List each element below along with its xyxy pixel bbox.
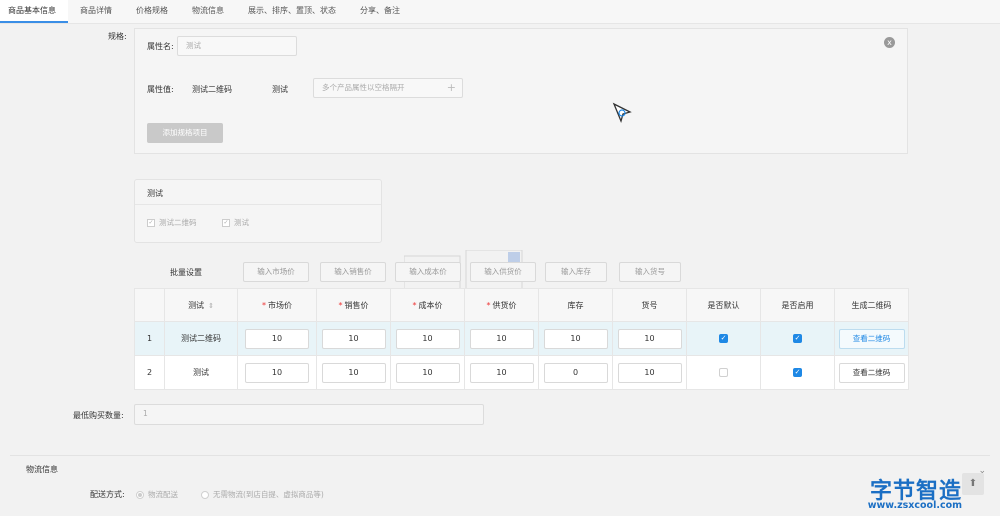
spec-preview-panel: 测试 ✓ 测试二维码 ✓ 测试	[134, 179, 382, 243]
attr-value-tag[interactable]: 测试二维码	[192, 84, 232, 95]
tab-basic-info[interactable]: 商品基本信息	[0, 0, 68, 23]
table-header-row: 测试 ⇕ * 市场价 * 销售价 * 成本价 * 供货价 库存 货号 是否默认 是否启用 …	[134, 288, 909, 322]
tab-bar: 商品基本信息 商品详情 价格规格 物流信息 展示、排序、置顶、状态 分享、备注	[0, 0, 1000, 24]
column-header: 是否默认	[686, 288, 761, 322]
supply-price-input[interactable]: 10	[469, 328, 534, 349]
stock-input[interactable]: 0	[543, 362, 608, 383]
checkbox-icon[interactable]: ✓	[147, 219, 155, 227]
column-header: * 市场价	[237, 288, 317, 322]
batch-label: 批量设置	[170, 268, 202, 277]
tab-share-notes[interactable]: 分享、备注	[348, 0, 412, 23]
watermark-url: www.zsxcool.com	[867, 500, 962, 511]
delivery-label: 配送方式:	[90, 490, 125, 499]
default-checkbox[interactable]: ✓	[719, 334, 728, 343]
column-header: 库存	[538, 288, 613, 322]
sku-input[interactable]: 10	[617, 362, 682, 383]
radio-icon[interactable]	[136, 491, 144, 499]
stock-input[interactable]: 10	[543, 328, 608, 349]
attr-value-tag[interactable]: 测试	[272, 84, 288, 95]
column-header: * 销售价	[316, 288, 391, 322]
attr-value-placeholder: 多个产品属性以空格隔开	[322, 83, 405, 92]
view-qr-button[interactable]: 查看二维码	[838, 362, 905, 383]
column-header	[134, 288, 165, 322]
arrow-up-icon: ⬆	[968, 478, 978, 489]
divider	[135, 204, 381, 205]
sku-table: 测试 ⇕ * 市场价 * 销售价 * 成本价 * 供货价 库存 货号 是否默认 是否启用 …	[134, 288, 909, 390]
batch-sale-price-button[interactable]: 输入销售价	[320, 262, 386, 282]
table-row: 2 测试 10 10 10 10 0 10 ✓ 查看二维码	[134, 355, 909, 390]
row-index: 1	[134, 321, 165, 356]
delivery-option[interactable]: 无需物流(到店自提、虚拟商品等)	[201, 489, 324, 500]
cost-price-input[interactable]: 10	[395, 328, 460, 349]
batch-market-price-button[interactable]: 输入市场价	[243, 262, 309, 282]
preview-option[interactable]: ✓ 测试	[222, 217, 249, 228]
view-qr-button[interactable]: 查看二维码	[838, 328, 905, 349]
divider	[10, 455, 990, 456]
preview-option[interactable]: ✓ 测试二维码	[147, 217, 197, 228]
back-to-top-button[interactable]: ⬆	[962, 473, 984, 495]
tab-price-spec[interactable]: 价格规格	[124, 0, 180, 23]
market-price-input[interactable]: 10	[245, 362, 309, 383]
column-header: * 成本价	[390, 288, 465, 322]
batch-sku-button[interactable]: 输入货号	[619, 262, 681, 282]
row-index: 2	[134, 355, 165, 390]
sku-input[interactable]: 10	[617, 328, 682, 349]
row-spec-name: 测试二维码	[164, 321, 238, 356]
spec-editor: 属性名: 测试 x 属性值: 测试二维码 测试 多个产品属性以空格隔开 + 添加…	[134, 28, 908, 154]
attr-value-label: 属性值:	[147, 85, 174, 94]
plus-icon[interactable]: +	[447, 79, 456, 97]
column-header: * 供货价	[464, 288, 539, 322]
tab-details[interactable]: 商品详情	[68, 0, 124, 23]
close-icon[interactable]: x	[884, 37, 895, 48]
column-header: 是否启用	[760, 288, 835, 322]
column-header: 生成二维码	[834, 288, 909, 322]
market-price-input[interactable]: 10	[245, 328, 309, 349]
sale-price-input[interactable]: 10	[321, 328, 386, 349]
batch-stock-button[interactable]: 输入库存	[545, 262, 607, 282]
mouse-cursor-icon	[612, 102, 632, 123]
delivery-option[interactable]: 物流配送	[136, 489, 178, 500]
column-header: 货号	[612, 288, 687, 322]
default-checkbox[interactable]	[719, 368, 728, 377]
min-buy-input[interactable]: 1	[134, 404, 484, 425]
add-spec-button[interactable]: 添加规格项目	[147, 123, 223, 143]
sort-icon[interactable]: ⇕	[208, 302, 214, 310]
batch-supply-price-button[interactable]: 输入供货价	[470, 262, 536, 282]
sale-price-input[interactable]: 10	[321, 362, 386, 383]
preview-title: 测试	[147, 189, 163, 198]
tab-logistics[interactable]: 物流信息	[180, 0, 236, 23]
checkbox-icon[interactable]: ✓	[222, 219, 230, 227]
row-spec-name: 测试	[164, 355, 238, 390]
attr-value-input[interactable]: 多个产品属性以空格隔开 +	[313, 78, 463, 98]
tab-display-sort[interactable]: 展示、排序、置顶、状态	[236, 0, 348, 23]
attr-name-label: 属性名:	[147, 42, 174, 51]
attr-name-input[interactable]: 测试	[177, 36, 297, 56]
enabled-checkbox[interactable]: ✓	[793, 368, 802, 377]
cost-price-input[interactable]: 10	[395, 362, 460, 383]
logistics-section-title: 物流信息	[26, 465, 58, 474]
min-buy-label: 最低购买数量:	[73, 411, 124, 420]
radio-icon[interactable]	[201, 491, 209, 499]
supply-price-input[interactable]: 10	[469, 362, 534, 383]
batch-cost-price-button[interactable]: 输入成本价	[395, 262, 461, 282]
column-header[interactable]: 测试 ⇕	[164, 288, 238, 322]
spec-label: 规格:	[108, 32, 127, 41]
table-row: 1 测试二维码 10 10 10 10 10 10 ✓ ✓ 查看二维码	[134, 321, 909, 356]
enabled-checkbox[interactable]: ✓	[793, 334, 802, 343]
